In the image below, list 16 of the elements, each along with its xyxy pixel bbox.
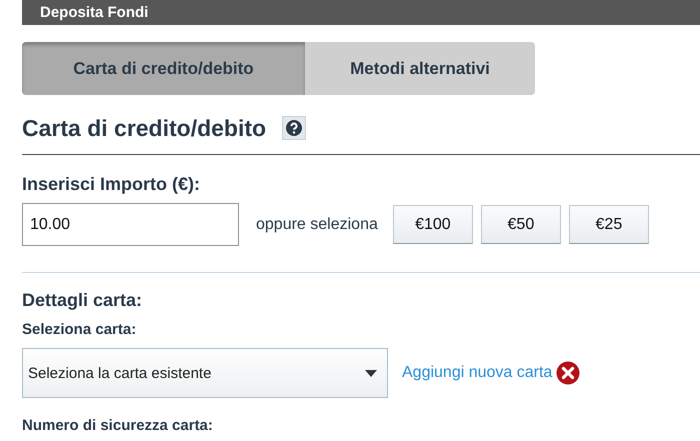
amount-button[interactable]: €50: [480, 205, 561, 244]
security-label: Numero di sicurezza carta:: [22, 417, 214, 434]
caret-icon: [365, 370, 377, 376]
section-title: Carta di credito/debito: [22, 114, 266, 142]
details-title: Dettagli carta:: [22, 290, 144, 311]
select-label: Seleziona carta:: [22, 321, 138, 338]
tab[interactable]: Carta di credito/debito: [22, 42, 305, 95]
card-select[interactable]: Seleziona la carta esistente: [22, 348, 388, 398]
page-title: Deposita Fondi: [40, 4, 148, 21]
amount-button[interactable]: €100: [392, 205, 473, 244]
close-icon[interactable]: [556, 361, 580, 385]
amount-field[interactable]: 10.00: [22, 203, 239, 246]
help-icon[interactable]: [282, 116, 306, 140]
or-text: oppure seleziona: [256, 216, 378, 234]
amount-label: Inserisci Importo (€):: [22, 174, 202, 195]
amount-button[interactable]: €25: [568, 205, 649, 244]
